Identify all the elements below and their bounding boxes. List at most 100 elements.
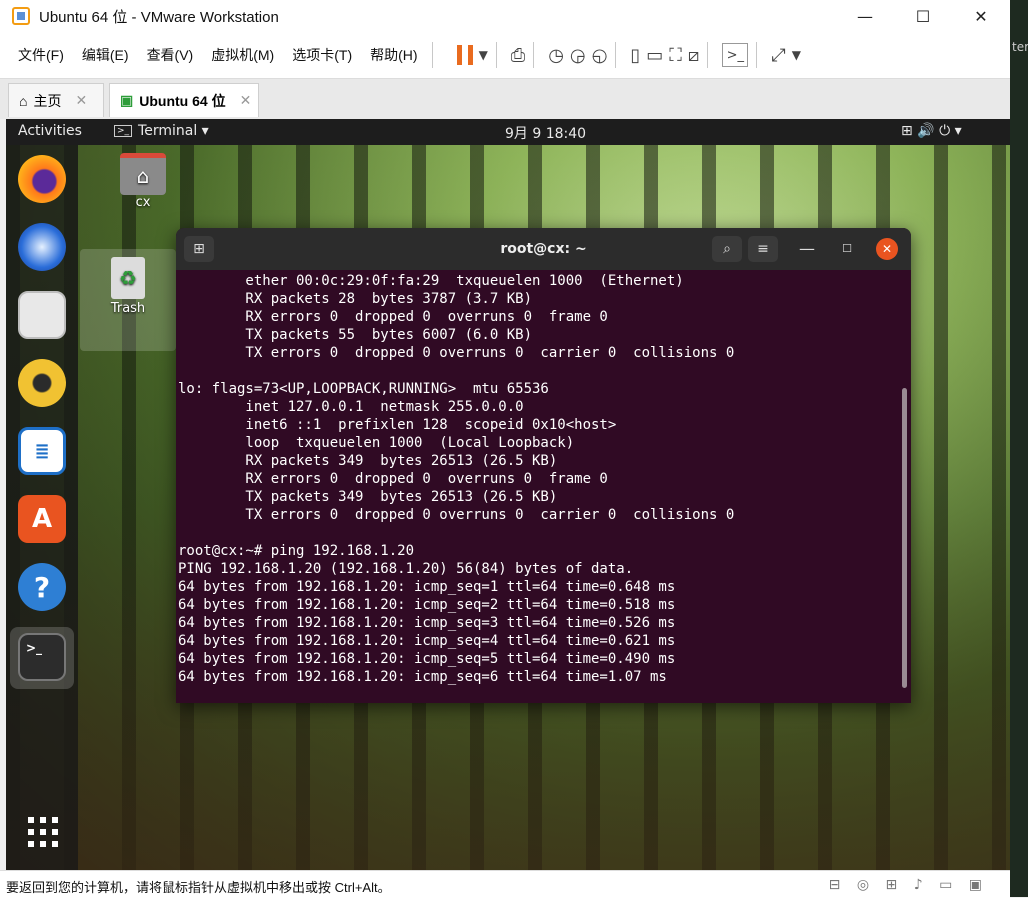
menu-vm[interactable]: 虚拟机(M) bbox=[211, 45, 274, 65]
system-tray[interactable]: ⊞ 🔊 ⏻ ▾ bbox=[901, 123, 962, 139]
console-view-icon[interactable]: >_ bbox=[722, 43, 749, 67]
files-icon[interactable] bbox=[18, 291, 66, 339]
tab-home[interactable]: ⌂ 主页 ✕ bbox=[8, 83, 104, 117]
terminal-line: PING 192.168.1.20 (192.168.1.20) 56(84) … bbox=[178, 561, 634, 577]
terminal-header: root@cx: ~ ⊞ ⌕ ≡ — ☐ ✕ bbox=[176, 228, 911, 270]
terminal-line: inet 127.0.0.1 netmask 255.0.0.0 bbox=[178, 399, 524, 415]
firefox-icon[interactable] bbox=[18, 155, 66, 203]
unity-icon[interactable]: ⧄ bbox=[688, 40, 699, 70]
home-folder-desktop-icon[interactable]: ⌂ cx bbox=[118, 153, 168, 210]
window-controls: — ☐ ✕ bbox=[836, 0, 1010, 32]
terminal-icon: >_ bbox=[114, 125, 133, 137]
writer-icon[interactable]: ≣ bbox=[18, 427, 66, 475]
chevron-down-icon[interactable]: ▼ bbox=[479, 40, 488, 70]
terminal-icon[interactable]: >_ bbox=[18, 633, 66, 681]
home-icon: ⌂ bbox=[19, 92, 28, 109]
terminal-line: RX packets 28 bytes 3787 (3.7 KB) bbox=[178, 291, 533, 307]
clock[interactable]: 9月 9 18:40 bbox=[505, 123, 586, 143]
library-icon[interactable]: ▯ bbox=[630, 40, 640, 70]
tab-ubuntu[interactable]: ▣ Ubuntu 64 位 ✕ bbox=[109, 83, 259, 117]
terminal-line: TX errors 0 dropped 0 overruns 0 carrier… bbox=[178, 345, 735, 361]
stretch-icon[interactable]: ⤢ bbox=[771, 40, 785, 70]
full-screen-icon[interactable]: ⛶ bbox=[669, 40, 682, 70]
background-window-text: ter bbox=[1012, 40, 1028, 54]
background-window-edge: ter bbox=[1010, 0, 1028, 897]
close-icon[interactable]: ✕ bbox=[876, 238, 898, 260]
search-icon[interactable]: ⌕ bbox=[712, 236, 742, 262]
terminal-line: root@cx:~# ping 192.168.1.20 bbox=[178, 543, 415, 559]
terminal-line: lo: flags=73<UP,LOOPBACK,RUNNING> mtu 65… bbox=[178, 381, 549, 397]
terminal-line: RX errors 0 dropped 0 overruns 0 frame 0 bbox=[178, 309, 608, 325]
terminal-output[interactable]: ether 00:0c:29:0f:fa:29 txqueuelen 1000 … bbox=[178, 272, 898, 700]
app-menu-label: Terminal ▾ bbox=[138, 123, 209, 139]
terminal-line: RX packets 349 bytes 26513 (26.5 KB) bbox=[178, 453, 558, 469]
menu-file[interactable]: 文件(F) bbox=[18, 45, 64, 65]
trash-icon: ♻ bbox=[111, 257, 145, 299]
new-tab-icon[interactable]: ⊞ bbox=[184, 236, 214, 262]
terminal-line: 64 bytes from 192.168.1.20: icmp_seq=5 t… bbox=[178, 651, 676, 667]
window-title: Ubuntu 64 位 - VMware Workstation bbox=[39, 8, 279, 26]
rhythmbox-icon[interactable] bbox=[18, 359, 66, 407]
app-menu[interactable]: >_ Terminal ▾ bbox=[114, 123, 209, 139]
dock: ≣ A ? >_ bbox=[6, 145, 78, 870]
software-icon[interactable]: A bbox=[18, 495, 66, 543]
close-button[interactable]: ✕ bbox=[952, 0, 1010, 32]
toolbar-separator bbox=[431, 42, 433, 68]
close-icon[interactable]: ✕ bbox=[75, 92, 87, 109]
status-bar: 要返回到您的计算机，请将鼠标指针从虚拟机中移出或按 Ctrl+Alt。 ⊟ ◎ … bbox=[0, 870, 1010, 898]
snapshot-manager-icon[interactable]: ◵ bbox=[592, 40, 608, 70]
pause-icon[interactable] bbox=[456, 45, 473, 65]
maximize-icon[interactable]: ☐ bbox=[836, 238, 858, 260]
terminal-line: 64 bytes from 192.168.1.20: icmp_seq=3 t… bbox=[178, 615, 676, 631]
terminal-window[interactable]: root@cx: ~ ⊞ ⌕ ≡ — ☐ ✕ ether 00:0c:29:0f… bbox=[176, 228, 911, 703]
minimize-icon[interactable]: — bbox=[796, 238, 818, 260]
tab-label: Ubuntu 64 位 bbox=[139, 92, 226, 109]
toolbar-separator bbox=[756, 42, 758, 68]
menu-toolbar: 文件(F) 编辑(E) 查看(V) 虚拟机(M) 选项卡(T) 帮助(H) ▼ … bbox=[0, 32, 1010, 79]
chevron-down-icon[interactable]: ▼ bbox=[792, 40, 801, 70]
activities-button[interactable]: Activities bbox=[18, 123, 82, 139]
snapshot-icon[interactable]: ◷ bbox=[548, 40, 564, 70]
terminal-line: TX packets 349 bytes 26513 (26.5 KB) bbox=[178, 489, 558, 505]
tab-bar: ⌂ 主页 ✕ ▣ Ubuntu 64 位 ✕ bbox=[0, 79, 1010, 119]
desktop-icon-label: cx bbox=[135, 195, 151, 210]
menu-view[interactable]: 查看(V) bbox=[147, 45, 194, 65]
vm-icon: ▣ bbox=[120, 92, 134, 108]
menu-help[interactable]: 帮助(H) bbox=[370, 45, 417, 65]
revert-snapshot-icon[interactable]: ◶ bbox=[570, 40, 586, 70]
terminal-line: 64 bytes from 192.168.1.20: icmp_seq=6 t… bbox=[178, 669, 667, 685]
terminal-line: TX packets 55 bytes 6007 (6.0 KB) bbox=[178, 327, 533, 343]
status-message: 要返回到您的计算机，请将鼠标指针从虚拟机中移出或按 Ctrl+Alt。 bbox=[6, 880, 391, 895]
terminal-line: 64 bytes from 192.168.1.20: icmp_seq=2 t… bbox=[178, 597, 676, 613]
toolbar-separator bbox=[615, 42, 617, 68]
tab-label: 主页 bbox=[33, 92, 62, 109]
terminal-line: loop txqueuelen 1000 (Local Loopback) bbox=[178, 435, 575, 451]
terminal-line: 64 bytes from 192.168.1.20: icmp_seq=4 t… bbox=[178, 633, 676, 649]
hamburger-menu-icon[interactable]: ≡ bbox=[748, 236, 778, 262]
thumbnail-icon[interactable]: ▭ bbox=[646, 40, 663, 70]
gnome-top-bar: Activities >_ Terminal ▾ 9月 9 18:40 ⊞ 🔊 … bbox=[6, 119, 1010, 145]
desktop-icon-label: Trash bbox=[110, 301, 146, 316]
help-icon[interactable]: ? bbox=[18, 563, 66, 611]
send-ctrl-alt-del-icon[interactable]: ⎙ bbox=[511, 40, 525, 70]
thunderbird-icon[interactable] bbox=[18, 223, 66, 271]
terminal-line: inet6 ::1 prefixlen 128 scopeid 0x10<hos… bbox=[178, 417, 617, 433]
trash-desktop-icon[interactable]: ♻ Trash bbox=[80, 249, 176, 351]
maximize-button[interactable]: ☐ bbox=[894, 0, 952, 32]
desktop: ≣ A ? >_ ⌂ cx ♻ Trash root@cx: ~ ⊞ ⌕ ≡ —… bbox=[6, 145, 1010, 870]
toolbar-separator bbox=[707, 42, 709, 68]
vmware-icon bbox=[12, 7, 30, 25]
vmware-title-bar: Ubuntu 64 位 - VMware Workstation — ☐ ✕ bbox=[0, 0, 1010, 32]
minimize-button[interactable]: — bbox=[836, 0, 894, 32]
menu-tabs[interactable]: 选项卡(T) bbox=[292, 45, 352, 65]
scrollbar[interactable] bbox=[902, 388, 907, 688]
show-apps-icon[interactable] bbox=[28, 817, 58, 847]
close-icon[interactable]: ✕ bbox=[240, 92, 252, 109]
terminal-line: ether 00:0c:29:0f:fa:29 txqueuelen 1000 … bbox=[178, 273, 684, 289]
terminal-line: RX errors 0 dropped 0 overruns 0 frame 0 bbox=[178, 471, 608, 487]
toolbar-separator bbox=[495, 42, 497, 68]
menu-edit[interactable]: 编辑(E) bbox=[82, 45, 129, 65]
device-status-icons[interactable]: ⊟ ◎ ⊞ ♪ ▭ ▣ bbox=[829, 877, 988, 893]
